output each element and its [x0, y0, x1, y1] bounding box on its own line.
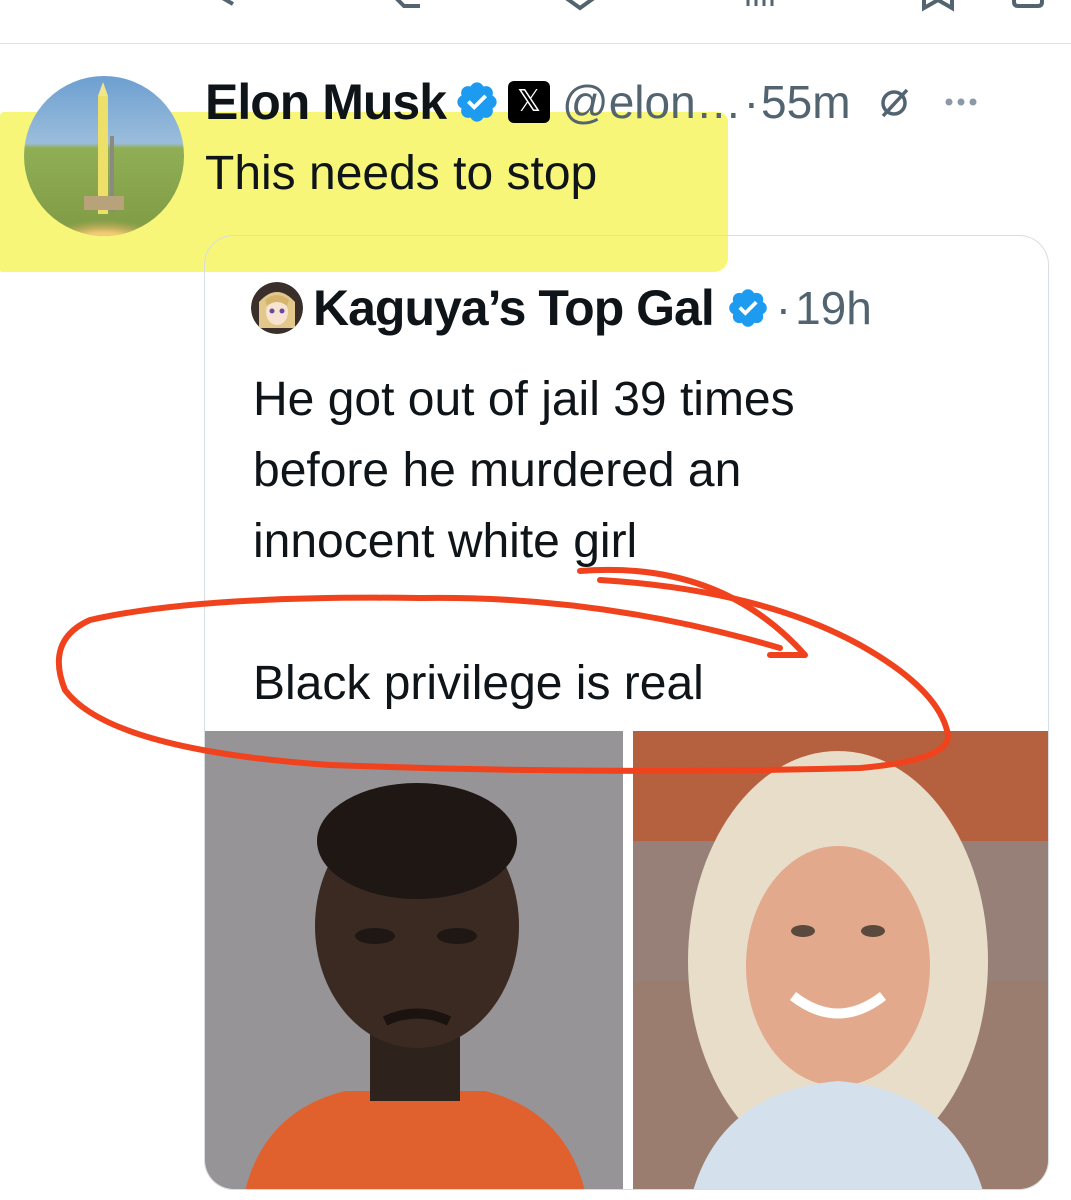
tweet-header: Elon Musk 𝕏 @elon… · 55m: [205, 70, 981, 134]
media-photo-right[interactable]: [633, 731, 1048, 1189]
tweet-time[interactable]: 55m: [761, 75, 850, 129]
quoted-media-grid: [205, 731, 1048, 1189]
share-icon[interactable]: [1008, 0, 1048, 12]
quoted-tweet-time[interactable]: 19h: [795, 281, 872, 335]
quoted-tweet-text: He got out of jail 39 times before he mu…: [253, 364, 795, 719]
author-handle[interactable]: @elon…: [562, 75, 742, 129]
author-name[interactable]: Elon Musk: [205, 73, 447, 131]
views-icon[interactable]: [740, 0, 780, 12]
x-affiliation-icon[interactable]: 𝕏: [508, 81, 551, 123]
quoted-text-line: He got out of jail 39 times: [253, 373, 795, 426]
more-options-icon[interactable]: [941, 92, 981, 112]
anime-avatar-image: [251, 282, 303, 334]
quoted-text-last-line: Black privilege is real: [253, 657, 704, 710]
quoted-tweet-header: Kaguya’s Top Gal · 19h: [251, 280, 872, 336]
mugshot-photo: [205, 731, 623, 1189]
tweet-action-bar: [0, 0, 1071, 44]
media-photo-left[interactable]: [205, 731, 623, 1189]
grok-icon[interactable]: [877, 84, 913, 120]
quoted-text-line: before he murdered an: [253, 444, 742, 497]
quoted-text-line: innocent white girl: [253, 515, 638, 568]
like-icon[interactable]: [560, 0, 600, 12]
bookmark-icon[interactable]: [918, 0, 958, 12]
portrait-photo: [633, 731, 1048, 1189]
separator-dot: ·: [743, 76, 760, 128]
retweet-icon[interactable]: [390, 0, 430, 12]
quoted-separator-dot: ·: [775, 282, 792, 334]
rocket-avatar-image: [24, 76, 184, 236]
quoted-verified-badge-icon[interactable]: [726, 286, 770, 330]
quoted-avatar[interactable]: [251, 282, 303, 334]
quoted-tweet[interactable]: Kaguya’s Top Gal · 19h He got out of jai…: [204, 235, 1049, 1190]
verified-badge-icon[interactable]: [454, 79, 500, 125]
tweet-text: This needs to stop: [205, 147, 598, 200]
avatar[interactable]: [24, 76, 184, 236]
reply-icon[interactable]: [215, 0, 255, 12]
quoted-author-name[interactable]: Kaguya’s Top Gal: [313, 279, 715, 337]
